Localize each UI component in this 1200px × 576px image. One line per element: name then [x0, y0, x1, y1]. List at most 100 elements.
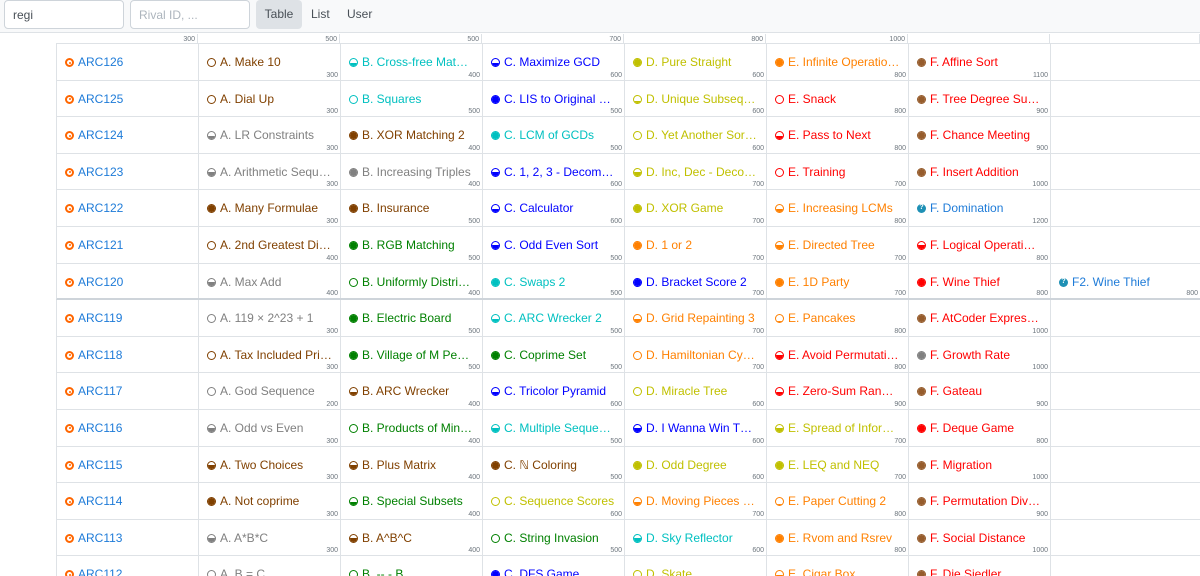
- problem-link[interactable]: B. Uniformly Distributed: [349, 275, 474, 289]
- problem-link[interactable]: E. 1D Party: [775, 275, 900, 289]
- problem-link[interactable]: B. -- - B: [349, 567, 474, 576]
- problem-link[interactable]: A. Arithmetic Sequence: [207, 165, 332, 179]
- problem-link[interactable]: C. Coprime Set: [491, 348, 616, 362]
- problem-link[interactable]: D. Inc, Dec - Decomposition: [633, 165, 758, 179]
- problem-link[interactable]: F. Tree Degree Subset Sum: [917, 92, 1042, 106]
- contest-link[interactable]: ARC115: [65, 458, 190, 472]
- problem-link[interactable]: F. Migration: [917, 458, 1042, 472]
- problem-link[interactable]: ? F2. Wine Thief: [1059, 275, 1192, 289]
- problem-link[interactable]: B. Cross-free Matching: [349, 55, 474, 69]
- problem-link[interactable]: C. String Invasion: [491, 531, 616, 545]
- contest-link[interactable]: ARC118: [65, 348, 190, 362]
- rival-id-input[interactable]: [130, 0, 250, 29]
- problem-link[interactable]: C. LIS to Original Sequence: [491, 92, 616, 106]
- problem-link[interactable]: C. Odd Even Sort: [491, 238, 616, 252]
- problem-link[interactable]: F. Logical Operations on Tree: [917, 238, 1042, 252]
- problem-link[interactable]: A. Two Choices: [207, 458, 332, 472]
- problem-link[interactable]: C. ℕ Coloring: [491, 458, 616, 472]
- problem-link[interactable]: B. Special Subsets: [349, 494, 474, 508]
- contest-link[interactable]: ARC114: [65, 494, 190, 508]
- problem-link[interactable]: B. Increasing Triples: [349, 165, 474, 179]
- contest-link[interactable]: ARC121: [65, 238, 190, 252]
- tab-list[interactable]: List: [311, 0, 330, 29]
- problem-link[interactable]: A. A*B*C: [207, 531, 332, 545]
- contest-link[interactable]: ARC125: [65, 92, 190, 106]
- problem-link[interactable]: C. ARC Wrecker 2: [491, 311, 616, 325]
- problem-link[interactable]: D. Bracket Score 2: [633, 275, 758, 289]
- problem-link[interactable]: E. Pass to Next: [775, 128, 900, 142]
- problem-link[interactable]: F. AtCoder Express 3: [917, 311, 1042, 325]
- contest-link[interactable]: ARC119: [65, 311, 190, 325]
- problem-link[interactable]: A. Dial Up: [207, 92, 332, 106]
- problem-link[interactable]: E. Snack: [775, 92, 900, 106]
- problem-link[interactable]: E. Infinite Operations: [775, 55, 900, 69]
- problem-link[interactable]: F. Deque Game: [917, 421, 1042, 435]
- user-id-input[interactable]: [4, 0, 124, 29]
- problem-link[interactable]: B. Products of Min-Max: [349, 421, 474, 435]
- contest-link[interactable]: ARC112: [65, 567, 190, 576]
- problem-link[interactable]: C. 1, 2, 3 - Decomposition: [491, 165, 616, 179]
- tab-table[interactable]: Table: [256, 0, 302, 29]
- problem-link[interactable]: D. Moving Pieces on Line: [633, 494, 758, 508]
- problem-link[interactable]: B. Electric Board: [349, 311, 474, 325]
- problem-link[interactable]: D. I Wanna Win The Game: [633, 421, 758, 435]
- contest-link[interactable]: ARC120: [65, 275, 190, 289]
- problem-link[interactable]: A. Not coprime: [207, 494, 332, 508]
- problem-link[interactable]: B. ARC Wrecker: [349, 384, 474, 398]
- problem-link[interactable]: C. Maximize GCD: [491, 55, 616, 69]
- problem-link[interactable]: D. Unique Subsequence: [633, 92, 758, 106]
- problem-link[interactable]: B. Plus Matrix: [349, 458, 474, 472]
- problem-link[interactable]: A. God Sequence: [207, 384, 332, 398]
- contest-link[interactable]: ARC116: [65, 421, 190, 435]
- problem-link[interactable]: D. Pure Straight: [633, 55, 758, 69]
- tab-user[interactable]: User: [347, 0, 372, 29]
- problem-link[interactable]: A. Tax Included Price: [207, 348, 332, 362]
- problem-link[interactable]: C. Sequence Scores: [491, 494, 616, 508]
- problem-link[interactable]: A. 2nd Greatest Distance: [207, 238, 332, 252]
- problem-link[interactable]: A. Many Formulae: [207, 201, 332, 215]
- problem-link[interactable]: E. Directed Tree: [775, 238, 900, 252]
- problem-link[interactable]: F. Wine Thief: [917, 275, 1042, 289]
- problem-link[interactable]: D. 1 or 2: [633, 238, 758, 252]
- contest-link[interactable]: ARC123: [65, 165, 190, 179]
- problem-link[interactable]: E. Spread of Information: [775, 421, 900, 435]
- problem-link[interactable]: B. Village of M People: [349, 348, 474, 362]
- problem-link[interactable]: C. Swaps 2: [491, 275, 616, 289]
- problem-link[interactable]: D. Hamiltonian Cycle: [633, 348, 758, 362]
- problem-link[interactable]: A. Odd vs Even: [207, 421, 332, 435]
- problem-link[interactable]: B. RGB Matching: [349, 238, 474, 252]
- problem-link[interactable]: D. Yet Another Sorting Problem: [633, 128, 758, 142]
- problem-link[interactable]: E. Training: [775, 165, 900, 179]
- problem-link[interactable]: F. Permutation Division: [917, 494, 1042, 508]
- problem-link[interactable]: F. Gateau: [917, 384, 1042, 398]
- problem-link[interactable]: D. Miracle Tree: [633, 384, 758, 398]
- problem-link[interactable]: C. DFS Game: [491, 567, 616, 576]
- contest-link[interactable]: ARC113: [65, 531, 190, 545]
- problem-link[interactable]: A. B = C: [207, 567, 332, 576]
- problem-link[interactable]: E. Cigar Box: [775, 567, 900, 576]
- problem-link[interactable]: E. Avoid Permutations: [775, 348, 900, 362]
- problem-link[interactable]: A. 119 × 2^23 + 1: [207, 311, 332, 325]
- problem-link[interactable]: ? F. Domination: [917, 201, 1042, 215]
- problem-link[interactable]: E. LEQ and NEQ: [775, 458, 900, 472]
- problem-link[interactable]: F. Growth Rate: [917, 348, 1042, 362]
- problem-link[interactable]: C. Calculator: [491, 201, 616, 215]
- problem-link[interactable]: D. Sky Reflector: [633, 531, 758, 545]
- problem-link[interactable]: B. XOR Matching 2: [349, 128, 474, 142]
- problem-link[interactable]: F. Social Distance: [917, 531, 1042, 545]
- problem-link[interactable]: C. LCM of GCDs: [491, 128, 616, 142]
- problem-link[interactable]: D. Odd Degree: [633, 458, 758, 472]
- contest-link[interactable]: ARC117: [65, 384, 190, 398]
- problem-link[interactable]: E. Paper Cutting 2: [775, 494, 900, 508]
- problem-link[interactable]: E. Increasing LCMs: [775, 201, 900, 215]
- problem-link[interactable]: A. Max Add: [207, 275, 332, 289]
- problem-link[interactable]: F. Chance Meeting: [917, 128, 1042, 142]
- problem-link[interactable]: D. Skate: [633, 567, 758, 576]
- problem-link[interactable]: E. Zero-Sum Ranges 2: [775, 384, 900, 398]
- problem-link[interactable]: E. Rvom and Rsrev: [775, 531, 900, 545]
- problem-link[interactable]: B. Insurance: [349, 201, 474, 215]
- problem-link[interactable]: C. Multiple Sequences: [491, 421, 616, 435]
- problem-link[interactable]: B. Squares: [349, 92, 474, 106]
- problem-link[interactable]: F. Affine Sort: [917, 55, 1042, 69]
- problem-link[interactable]: D. XOR Game: [633, 201, 758, 215]
